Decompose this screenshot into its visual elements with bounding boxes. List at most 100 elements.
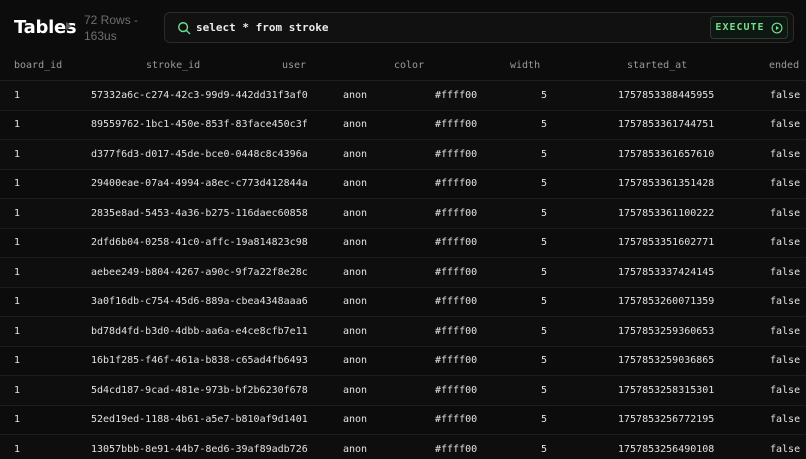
cell-board-id: 1 bbox=[14, 207, 21, 219]
cell-width: 5 bbox=[541, 207, 548, 219]
cell-started-at: 1757853260071359 bbox=[618, 296, 715, 308]
cell-started-at: 1757853351602771 bbox=[618, 237, 715, 249]
table-row[interactable]: 1 bd78d4fd-b3d0-4dbb-aa6a-e4ce8cfb7e11 ano… bbox=[0, 317, 806, 347]
cell-user: anon bbox=[343, 119, 368, 131]
column-header-width[interactable]: width bbox=[510, 50, 540, 80]
cell-board-id: 1 bbox=[14, 89, 21, 101]
cell-color: #ffff00 bbox=[435, 443, 478, 455]
cell-width: 5 bbox=[541, 148, 548, 160]
cell-stroke-id: 13057bbb-8e91-44b7-8ed6-39af89adb726 bbox=[91, 443, 308, 455]
cell-stroke-id: 2835e8ad-5453-4a36-b275-116daec60858 bbox=[91, 207, 308, 219]
cell-user: anon bbox=[343, 89, 368, 101]
cell-user: anon bbox=[343, 355, 368, 367]
cell-color: #ffff00 bbox=[435, 119, 478, 131]
table-row[interactable]: 1 d377f6d3-d017-45de-bce0-0448c8c4396a ano… bbox=[0, 140, 806, 170]
cell-color: #ffff00 bbox=[435, 148, 478, 160]
execute-button[interactable]: EXECUTE bbox=[710, 16, 788, 39]
cell-started-at: 1757853258315301 bbox=[618, 384, 715, 396]
cell-ended: false bbox=[770, 325, 801, 337]
cell-ended: false bbox=[770, 266, 801, 278]
cell-board-id: 1 bbox=[14, 355, 21, 367]
cell-stroke-id: 2dfd6b04-0258-41c0-affc-19a814823c98 bbox=[91, 237, 308, 249]
cell-width: 5 bbox=[541, 384, 548, 396]
table-row[interactable]: 1 2835e8ad-5453-4a36-b275-116daec60858 ano… bbox=[0, 199, 806, 229]
column-header-color[interactable]: color bbox=[394, 50, 424, 80]
cell-ended: false bbox=[770, 89, 801, 101]
cell-ended: false bbox=[770, 148, 801, 160]
top-bar: Tables 72 Rows - 163us EXECUTE bbox=[0, 0, 806, 50]
cell-stroke-id: 57332a6c-c274-42c3-99d9-442dd31f3af0 bbox=[91, 89, 308, 101]
cell-color: #ffff00 bbox=[435, 384, 478, 396]
table-row[interactable]: 1 3a0f16db-c754-45d6-889a-cbea4348aaa6 ano… bbox=[0, 288, 806, 317]
execute-label: EXECUTE bbox=[715, 22, 765, 33]
cell-started-at: 1757853361351428 bbox=[618, 178, 715, 190]
column-header-user[interactable]: user bbox=[282, 50, 306, 80]
cell-width: 5 bbox=[541, 296, 548, 308]
play-circle-icon bbox=[771, 22, 783, 33]
cell-board-id: 1 bbox=[14, 119, 21, 131]
cell-user: anon bbox=[343, 384, 368, 396]
cell-stroke-id: 89559762-1bc1-450e-853f-83face450c3f bbox=[91, 119, 308, 131]
query-duration: 163us bbox=[84, 29, 117, 43]
cell-board-id: 1 bbox=[14, 384, 21, 396]
cell-stroke-id: aebee249-b804-4267-a90c-9f7a22f8e28c bbox=[91, 266, 308, 278]
cell-width: 5 bbox=[541, 89, 548, 101]
cell-width: 5 bbox=[541, 355, 548, 367]
cell-board-id: 1 bbox=[14, 266, 21, 278]
table-row[interactable]: 1 89559762-1bc1-450e-853f-83face450c3f ano… bbox=[0, 111, 806, 140]
cell-board-id: 1 bbox=[14, 178, 21, 190]
cell-stroke-id: 5d4cd187-9cad-481e-973b-bf2b6230f678 bbox=[91, 384, 308, 396]
cell-width: 5 bbox=[541, 178, 548, 190]
table-row[interactable]: 1 aebee249-b804-4267-a90c-9f7a22f8e28c ano… bbox=[0, 258, 806, 288]
cell-user: anon bbox=[343, 443, 368, 455]
cell-ended: false bbox=[770, 119, 801, 131]
sql-query-input[interactable] bbox=[196, 16, 696, 39]
cell-started-at: 1757853361744751 bbox=[618, 119, 715, 131]
cell-user: anon bbox=[343, 325, 368, 337]
cell-started-at: 1757853256772195 bbox=[618, 414, 715, 426]
table-row[interactable]: 1 5d4cd187-9cad-481e-973b-bf2b6230f678 ano… bbox=[0, 376, 806, 406]
column-header-ended[interactable]: ended bbox=[769, 50, 799, 80]
cell-width: 5 bbox=[541, 237, 548, 249]
cell-ended: false bbox=[770, 355, 801, 367]
cell-stroke-id: 52ed19ed-1188-4b61-a5e7-b810af9d1401 bbox=[91, 414, 308, 426]
cell-started-at: 1757853388445955 bbox=[618, 89, 715, 101]
cell-stroke-id: 3a0f16db-c754-45d6-889a-cbea4348aaa6 bbox=[91, 296, 308, 308]
cell-stroke-id: bd78d4fd-b3d0-4dbb-aa6a-e4ce8cfb7e11 bbox=[91, 325, 308, 337]
cell-board-id: 1 bbox=[14, 325, 21, 337]
cell-user: anon bbox=[343, 178, 368, 190]
cell-started-at: 1757853361100222 bbox=[618, 207, 715, 219]
table-row[interactable]: 1 29400eae-07a4-4994-a8ec-c773d412844a ano… bbox=[0, 170, 806, 199]
cell-started-at: 1757853337424145 bbox=[618, 266, 715, 278]
cell-started-at: 1757853361657610 bbox=[618, 148, 715, 160]
cell-stroke-id: 29400eae-07a4-4994-a8ec-c773d412844a bbox=[91, 178, 308, 190]
cell-stroke-id: 16b1f285-f46f-461a-b838-c65ad4fb6493 bbox=[91, 355, 308, 367]
cell-ended: false bbox=[770, 296, 801, 308]
cell-color: #ffff00 bbox=[435, 207, 478, 219]
cell-color: #ffff00 bbox=[435, 266, 478, 278]
cell-width: 5 bbox=[541, 325, 548, 337]
table-row[interactable]: 1 57332a6c-c274-42c3-99d9-442dd31f3af0 ano… bbox=[0, 81, 806, 111]
table-row[interactable]: 1 16b1f285-f46f-461a-b838-c65ad4fb6493 ano… bbox=[0, 347, 806, 376]
cell-color: #ffff00 bbox=[435, 237, 478, 249]
cell-started-at: 1757853256490108 bbox=[618, 443, 715, 455]
cell-user: anon bbox=[343, 296, 368, 308]
table-row[interactable]: 1 52ed19ed-1188-4b61-a5e7-b810af9d1401 ano… bbox=[0, 406, 806, 435]
cell-ended: false bbox=[770, 384, 801, 396]
search-icon bbox=[178, 22, 191, 35]
cell-user: anon bbox=[343, 237, 368, 249]
column-header-started-at[interactable]: started_at bbox=[627, 50, 687, 80]
cell-color: #ffff00 bbox=[435, 325, 478, 337]
table-row[interactable]: 1 2dfd6b04-0258-41c0-affc-19a814823c98 ano… bbox=[0, 229, 806, 258]
column-header-stroke-id[interactable]: stroke_id bbox=[146, 50, 200, 80]
cell-user: anon bbox=[343, 207, 368, 219]
cell-ended: false bbox=[770, 414, 801, 426]
cell-ended: false bbox=[770, 207, 801, 219]
cell-width: 5 bbox=[541, 443, 548, 455]
cell-color: #ffff00 bbox=[435, 414, 478, 426]
column-header-board-id[interactable]: board_id bbox=[14, 50, 62, 80]
table-header: board_id stroke_id user color width star… bbox=[0, 50, 806, 81]
table-row[interactable]: 1 13057bbb-8e91-44b7-8ed6-39af89adb726 ano… bbox=[0, 435, 806, 459]
query-bar: EXECUTE bbox=[164, 12, 794, 43]
chevron-right-icon[interactable] bbox=[66, 22, 72, 30]
